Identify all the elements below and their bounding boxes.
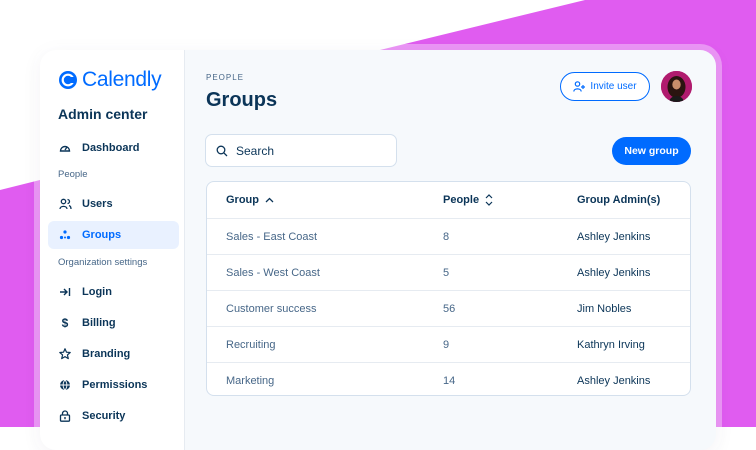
column-header-people[interactable]: People bbox=[443, 182, 493, 218]
group-admin-cell: Jim Nobles bbox=[577, 303, 632, 315]
logo-wordmark: Calendly bbox=[82, 68, 162, 91]
people-count-cell: 5 bbox=[443, 267, 450, 279]
people-count-cell: 8 bbox=[443, 231, 450, 243]
table-row[interactable]: Customer success 56 Jim Nobles bbox=[207, 290, 690, 327]
calendly-logo-icon bbox=[59, 71, 77, 89]
sort-ascending-icon bbox=[265, 197, 274, 203]
sidebar-item-groups[interactable]: Groups bbox=[48, 221, 179, 249]
dashboard-gauge-icon bbox=[57, 142, 73, 154]
group-name-cell: Recruiting bbox=[226, 339, 276, 351]
page-title: Groups bbox=[206, 89, 278, 111]
table-row[interactable]: Marketing 14 Ashley Jenkins bbox=[207, 362, 690, 395]
sidebar-item-billing[interactable]: $ Billing bbox=[48, 309, 179, 337]
people-count-cell: 14 bbox=[443, 375, 456, 387]
sidebar-item-permissions[interactable]: Permissions bbox=[48, 371, 179, 399]
search-input[interactable] bbox=[234, 142, 388, 159]
group-name-cell: Marketing bbox=[226, 375, 275, 387]
search-field[interactable] bbox=[205, 134, 397, 167]
star-icon bbox=[57, 348, 73, 360]
group-admin-cell: Ashley Jenkins bbox=[577, 231, 651, 243]
groups-table: Group People Group Admin(s) Sales - East… bbox=[206, 181, 691, 396]
sidebar-item-label: Login bbox=[82, 286, 112, 298]
sidebar-item-security[interactable]: Security bbox=[48, 402, 179, 430]
sidebar-item-branding[interactable]: Branding bbox=[48, 340, 179, 368]
table-row[interactable]: Sales - East Coast 8 Ashley Jenkins bbox=[207, 218, 690, 255]
column-header-label: People bbox=[443, 194, 480, 206]
admin-center-title: Admin center bbox=[58, 106, 148, 122]
dollar-icon: $ bbox=[61, 316, 69, 330]
people-count-cell: 56 bbox=[443, 303, 456, 315]
login-arrow-icon bbox=[57, 286, 73, 298]
sidebar-item-label: Groups bbox=[82, 229, 122, 241]
sidebar-item-label: Billing bbox=[82, 317, 116, 329]
sidebar-item-login[interactable]: Login bbox=[48, 278, 179, 306]
group-admin-cell: Ashley Jenkins bbox=[577, 267, 651, 279]
users-icon bbox=[57, 198, 73, 210]
sidebar-item-label: Branding bbox=[82, 348, 131, 360]
sidebar-item-label: Permissions bbox=[82, 379, 148, 391]
group-name-cell: Customer success bbox=[226, 303, 317, 315]
column-header-group-admins[interactable]: Group Admin(s) bbox=[577, 182, 660, 218]
invite-user-label: Invite user bbox=[590, 81, 637, 92]
table-row[interactable]: Recruiting 9 Kathryn Irving bbox=[207, 326, 690, 363]
column-header-group[interactable]: Group bbox=[226, 182, 274, 218]
sidebar-item-label: Security bbox=[82, 410, 126, 422]
table-header-row: Group People Group Admin(s) bbox=[207, 182, 690, 218]
column-header-label: Group bbox=[226, 194, 259, 206]
group-name-cell: Sales - West Coast bbox=[226, 267, 320, 279]
globe-icon bbox=[57, 379, 73, 391]
sidebar-item-users[interactable]: Users bbox=[48, 190, 179, 218]
sidebar-item-label: Users bbox=[82, 198, 113, 210]
new-group-button[interactable]: New group bbox=[612, 137, 691, 165]
group-admin-cell: Kathryn Irving bbox=[577, 339, 645, 351]
section-label-organization-settings: Organization settings bbox=[58, 257, 148, 268]
groups-icon bbox=[57, 229, 73, 241]
table-row[interactable]: Sales - West Coast 5 Ashley Jenkins bbox=[207, 254, 690, 291]
section-label-people: People bbox=[58, 169, 88, 180]
add-user-icon bbox=[573, 81, 586, 92]
lock-icon bbox=[57, 410, 73, 422]
main-content: PEOPLE Groups Invite user New group bbox=[185, 50, 716, 450]
people-count-cell: 9 bbox=[443, 339, 450, 351]
sort-toggle-icon bbox=[485, 194, 493, 206]
group-name-cell: Sales - East Coast bbox=[226, 231, 318, 243]
calendly-logo[interactable]: Calendly bbox=[58, 68, 162, 92]
search-icon bbox=[216, 145, 228, 157]
sidebar-item-dashboard[interactable]: Dashboard bbox=[48, 134, 179, 162]
page-eyebrow: PEOPLE bbox=[206, 73, 245, 82]
app-window: Calendly Admin center Dashboard People U… bbox=[40, 50, 716, 450]
user-avatar[interactable] bbox=[661, 71, 692, 102]
avatar-portrait-icon bbox=[661, 71, 692, 102]
sidebar: Calendly Admin center Dashboard People U… bbox=[40, 50, 185, 450]
sidebar-item-label: Dashboard bbox=[82, 142, 140, 154]
group-admin-cell: Ashley Jenkins bbox=[577, 375, 651, 387]
invite-user-button[interactable]: Invite user bbox=[560, 72, 650, 101]
